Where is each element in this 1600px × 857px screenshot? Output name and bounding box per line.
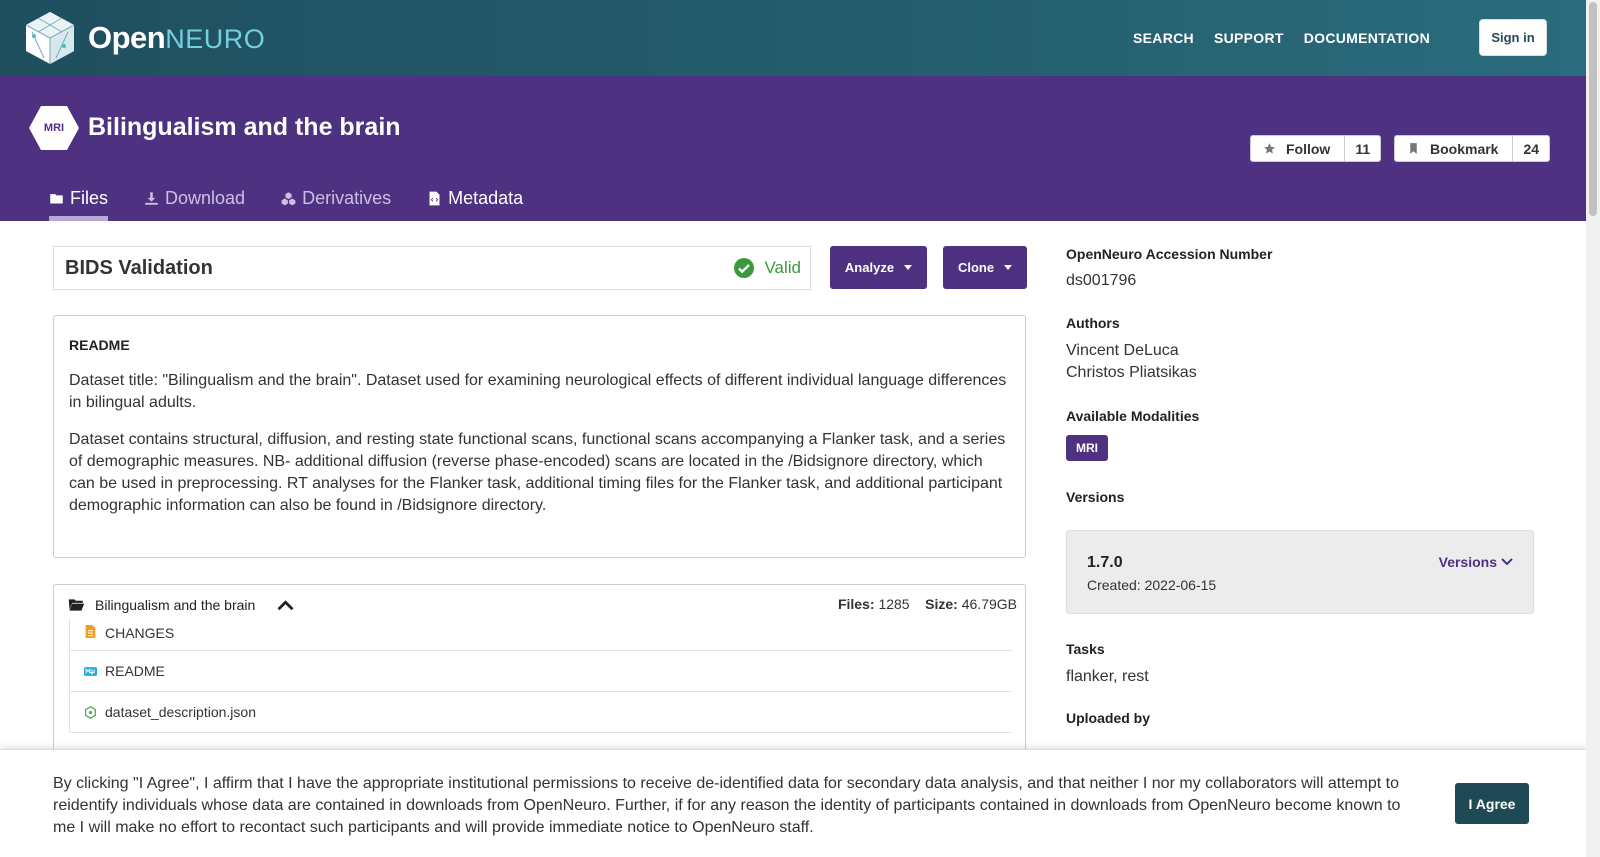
file-code-icon	[429, 191, 440, 205]
i-agree-button[interactable]: I Agree	[1455, 783, 1529, 824]
nav-documentation-link[interactable]: DOCUMENTATION	[1304, 30, 1430, 46]
tab-metadata[interactable]: Metadata	[427, 181, 523, 221]
dataset-sidebar: OpenNeuro Accession Number ds001796 Auth…	[1066, 246, 1536, 505]
tab-files[interactable]: Files	[49, 181, 109, 221]
tasks-value: flanker, rest	[1066, 668, 1149, 685]
logo-open-text: Open	[88, 20, 166, 55]
nav-links: SEARCH SUPPORT DOCUMENTATION	[1133, 0, 1430, 76]
readme-paragraph: Dataset title: "Bilingualism and the bra…	[69, 372, 1007, 411]
bids-validation-panel[interactable]: BIDS Validation Valid	[53, 246, 811, 290]
folder-icon	[50, 193, 63, 203]
follow-count: 11	[1344, 136, 1380, 161]
analyze-button[interactable]: Analyze	[830, 246, 927, 289]
file-text-icon	[85, 625, 96, 638]
page-scrollbar[interactable]	[1586, 0, 1600, 857]
accession-number: ds001796	[1066, 272, 1137, 289]
tab-download[interactable]: Download	[144, 181, 245, 221]
scrollbar-thumb[interactable]	[1589, 2, 1597, 216]
clone-button[interactable]: Clone	[943, 246, 1027, 289]
readme-paragraph: Dataset contains structural, diffusion, …	[69, 431, 1006, 514]
follow-label: Follow	[1286, 140, 1331, 157]
modality-hex-label: MRI	[43, 122, 65, 134]
follow-button[interactable]: Follow 11	[1250, 135, 1382, 162]
author-name: Vincent DeLuca	[1066, 342, 1179, 359]
top-navbar: OpenNEURO SEARCH SUPPORT DOCUMENTATION S…	[0, 0, 1586, 76]
markdown-icon	[84, 666, 97, 676]
file-row[interactable]: dataset_description.json	[69, 692, 1012, 733]
openneuro-logo[interactable]: OpenNEURO	[24, 0, 265, 76]
sign-in-button[interactable]: Sign in	[1479, 19, 1547, 56]
dataset-tabs: Files Download Derivatives Metadata	[49, 181, 559, 221]
download-icon	[145, 191, 158, 205]
versions-panel: 1.7.0 Created: 2022-06-15 Versions	[1066, 530, 1534, 614]
tasks-label: Tasks	[1066, 641, 1105, 657]
file-tree-root[interactable]: Bilingualism and the brain	[68, 597, 294, 613]
data-agreement-banner: By clicking "I Agree", I affirm that I h…	[0, 749, 1586, 857]
star-icon	[1264, 143, 1275, 154]
json-hex-icon	[84, 705, 97, 719]
author-name: Christos Pliatsikas	[1066, 364, 1197, 381]
version-created: Created: 2022-06-15	[1087, 577, 1217, 593]
chevron-down-icon	[1501, 558, 1513, 566]
accession-label: OpenNeuro Accession Number	[1066, 246, 1273, 262]
validation-status-text: Valid	[764, 258, 801, 277]
files-size: 46.79GB	[961, 596, 1017, 612]
file-tree-root-name: Bilingualism and the brain	[95, 597, 256, 613]
readme-panel: README Dataset title: "Bilingualism and …	[53, 315, 1026, 558]
check-circle-icon	[734, 258, 755, 278]
files-count: 1285	[878, 596, 910, 612]
bookmark-count: 24	[1512, 136, 1549, 161]
bookmark-button[interactable]: Bookmark 24	[1394, 135, 1551, 162]
dataset-header: MRI Bilingualism and the brain Follow 11…	[0, 76, 1586, 221]
logo-neuro-text: NEURO	[165, 24, 266, 54]
authors-label: Authors	[1066, 315, 1120, 331]
bids-validation-title: BIDS Validation	[65, 256, 213, 279]
dataset-title: Bilingualism and the brain	[88, 113, 401, 141]
file-tree-panel: Bilingualism and the brain Files: 1285 S…	[53, 584, 1026, 764]
caret-down-icon	[1004, 265, 1013, 270]
nav-support-link[interactable]: SUPPORT	[1214, 30, 1284, 46]
dataset-sidebar-lower: Tasks flanker, rest Uploaded by	[1066, 641, 1536, 726]
tab-derivatives[interactable]: Derivatives	[281, 181, 391, 221]
versions-label: Versions	[1066, 489, 1125, 505]
modality-hex-badge: MRI	[28, 105, 80, 151]
uploaded-by-label: Uploaded by	[1066, 710, 1151, 726]
logo-cube-icon	[25, 12, 75, 64]
file-row[interactable]: README	[69, 651, 1012, 692]
caret-down-icon	[904, 265, 913, 270]
file-tree-stats: Files: 1285 Size: 46.79GB	[837, 596, 1017, 612]
validation-status: Valid	[734, 247, 801, 289]
versions-dropdown[interactable]: Versions	[1439, 554, 1513, 570]
file-row[interactable]: CHANGES	[69, 619, 1012, 651]
agreement-text: By clicking "I Agree", I affirm that I h…	[53, 775, 1401, 836]
nav-search-link[interactable]: SEARCH	[1133, 30, 1194, 46]
bookmark-icon	[1410, 143, 1417, 154]
bookmark-label: Bookmark	[1430, 140, 1499, 157]
chevron-up-icon[interactable]	[277, 598, 294, 612]
version-number: 1.7.0	[1087, 554, 1123, 571]
cubes-icon	[281, 191, 296, 205]
readme-label: README	[69, 337, 130, 353]
modalities-label: Available Modalities	[1066, 408, 1200, 424]
folder-open-icon	[68, 599, 85, 611]
modality-badge[interactable]: MRI	[1066, 435, 1108, 461]
file-list: CHANGES README dataset_description.json	[69, 619, 1012, 733]
